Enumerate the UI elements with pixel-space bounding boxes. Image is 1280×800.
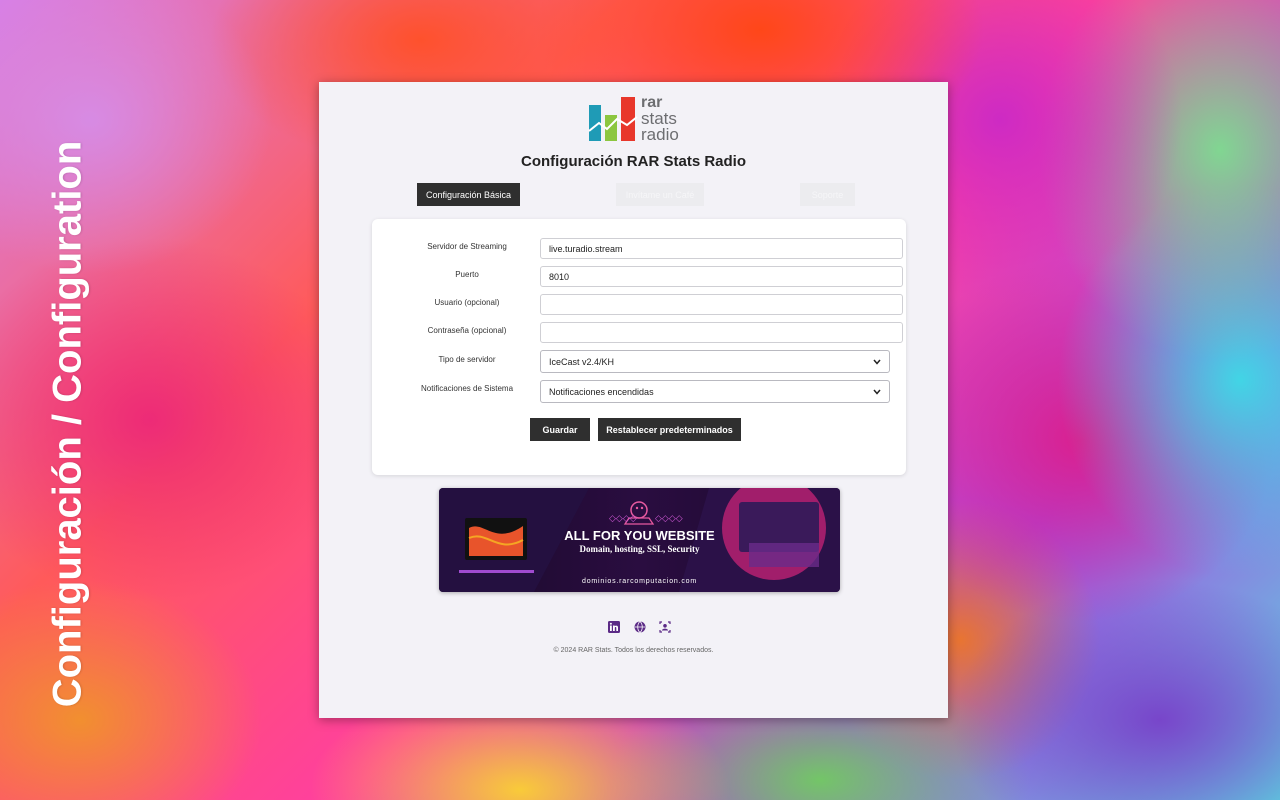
server-type-select[interactable]: IceCast v2.4/KH [540, 350, 890, 373]
notifications-value: Notificaciones encendidas [549, 386, 654, 397]
linkedin-icon[interactable] [608, 620, 620, 633]
banner-url: dominios.rarcomputacion.com [582, 578, 697, 585]
notifications-select[interactable]: Notificaciones encendidas [540, 380, 890, 403]
server-label: Servidor de Streaming [427, 242, 507, 251]
chevron-down-icon [873, 359, 881, 365]
password-input[interactable] [540, 322, 903, 343]
server-type-value: IceCast v2.4/KH [549, 356, 615, 367]
settings-form-card: Servidor de Streaming live.turadio.strea… [372, 219, 906, 475]
notifications-label: Notificaciones de Sistema [420, 384, 514, 393]
user-profile-icon[interactable] [659, 620, 671, 633]
user-label: Usuario (opcional) [434, 298, 500, 307]
server-input[interactable]: live.turadio.stream [540, 238, 903, 259]
svg-text:◇◇◇◇: ◇◇◇◇ [655, 513, 683, 523]
banner-subline: Domain, hosting, SSL, Security [579, 544, 700, 554]
port-label: Puerto [455, 270, 479, 279]
server-type-label: Tipo de servidor [438, 355, 496, 364]
footer-copyright: © 2024 RAR Stats. Todos los derechos res… [553, 647, 714, 654]
chevron-down-icon [873, 389, 881, 395]
tab-basic-settings[interactable]: Configuración Básica [417, 183, 520, 206]
page-title: Configuración RAR Stats Radio [520, 153, 746, 170]
rar-stats-radio-logo: rar stats radio [587, 95, 691, 145]
side-title: Configuración / Configuration [45, 140, 90, 708]
tab-buy-me-coffee[interactable]: Invítame un Café [616, 183, 704, 206]
user-input[interactable] [540, 294, 903, 315]
banner-headline: ALL FOR YOU WEBSITE [564, 528, 715, 543]
svg-text:◇◇◇◇: ◇◇◇◇ [609, 513, 637, 523]
port-input[interactable]: 8010 [540, 266, 903, 287]
advertising-banner[interactable]: ◇◇◇◇ ◇◇◇◇ ALL FOR YOU WEBSITE Domain, ho… [439, 488, 840, 592]
globe-icon[interactable] [634, 620, 646, 633]
tab-support[interactable]: Soporte [800, 183, 855, 206]
logo-text-radio: radio [641, 125, 679, 144]
settings-panel: rar stats radio Configuración RAR Stats … [319, 82, 948, 718]
password-label: Contraseña (opcional) [427, 326, 507, 335]
reset-defaults-button[interactable]: Restablecer predeterminados [598, 418, 741, 441]
save-button[interactable]: Guardar [530, 418, 590, 441]
